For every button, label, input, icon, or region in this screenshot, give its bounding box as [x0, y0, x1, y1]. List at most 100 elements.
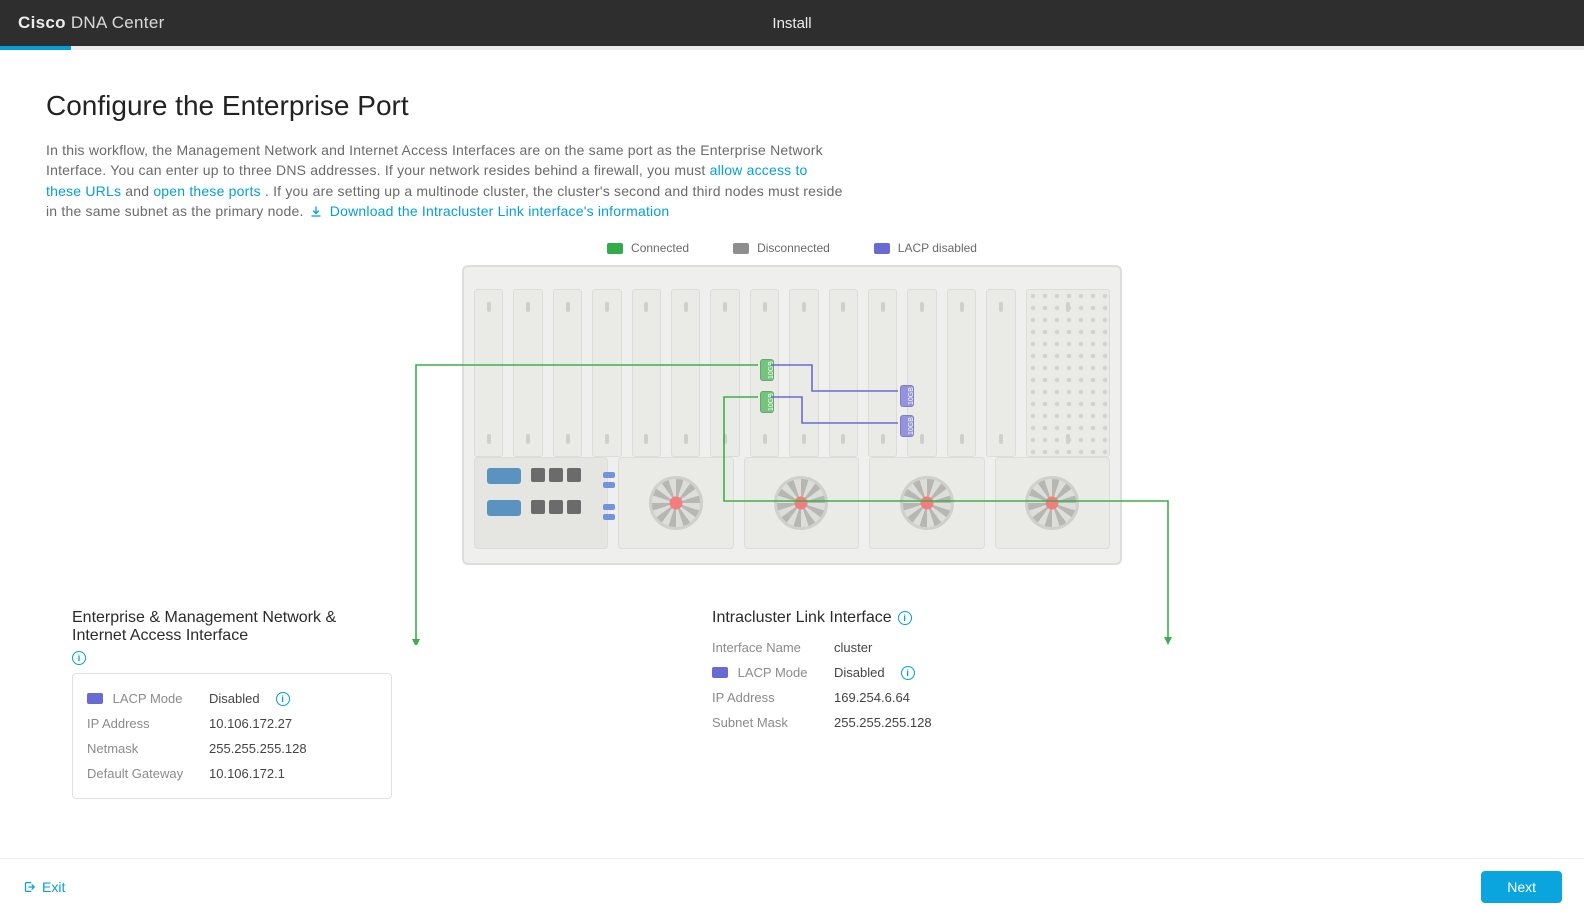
swatch-disconnected-icon: [733, 243, 749, 254]
legend-connected: Connected: [607, 241, 689, 255]
link-download-intracluster-info[interactable]: Download the Intracluster Link interface…: [330, 203, 670, 219]
row-lacp-mode: LACP Mode Disabled i: [712, 660, 1032, 685]
fan-icon: [900, 476, 954, 530]
io-block: [474, 457, 608, 549]
pcie-slot: [553, 289, 582, 457]
info-icon[interactable]: i: [276, 692, 290, 706]
interface-cards: Enterprise & Management Network & Intern…: [46, 609, 1538, 799]
pcie-slot: [671, 289, 700, 457]
intro-text-and: and: [125, 183, 153, 199]
label-default-gateway: Default Gateway: [87, 766, 199, 781]
next-button[interactable]: Next: [1481, 871, 1562, 903]
lacp-chip-icon: [712, 667, 728, 678]
psu-bay: [995, 457, 1110, 549]
rj45-port-icon: [567, 468, 581, 482]
exit-icon: [22, 880, 36, 894]
swatch-connected-icon: [607, 243, 623, 254]
value-ip-address: 169.254.6.64: [834, 690, 910, 705]
intracluster-card-block: Intracluster Link Interface i Interface …: [712, 609, 1032, 735]
rj45-port-icon: [549, 468, 563, 482]
pcie-slot: [829, 289, 858, 457]
pcie-slot: [947, 289, 976, 457]
brand-bold: Cisco: [18, 13, 66, 32]
vent-panel: [1026, 289, 1110, 457]
row-interface-name: Interface Name cluster: [712, 635, 1032, 660]
row-default-gateway: Default Gateway 10.106.172.1: [87, 761, 377, 786]
appliance-chassis: 10GB 10GB 10GB 10GB: [462, 265, 1122, 565]
port-badge-enterprise-2: 10GB: [760, 391, 774, 413]
value-lacp-mode: Disabled: [209, 691, 260, 706]
label-netmask: Netmask: [87, 741, 199, 756]
rj45-row: [531, 468, 581, 482]
intro-text-1: In this workflow, the Management Network…: [46, 142, 823, 178]
pcie-slot: [513, 289, 542, 457]
psu-bay: [744, 457, 859, 549]
legend-disconnected: Disconnected: [733, 241, 830, 255]
value-netmask: 255.255.255.128: [209, 741, 307, 756]
legend-lacp-disabled: LACP disabled: [874, 241, 977, 255]
chassis-bottom-bar: [474, 457, 1110, 549]
header-center-title: Install: [772, 15, 811, 32]
row-lacp-mode: LACP Mode Disabled i: [87, 686, 377, 711]
lacp-chip-icon: [87, 693, 103, 704]
value-default-gateway: 10.106.172.1: [209, 766, 285, 781]
rj45-port-icon: [567, 500, 581, 514]
brand: Cisco DNA Center: [18, 13, 165, 33]
value-lacp-mode: Disabled: [834, 665, 885, 680]
link-open-ports[interactable]: open these ports: [153, 183, 261, 199]
label-subnet-mask: Subnet Mask: [712, 715, 824, 730]
info-icon[interactable]: i: [898, 611, 912, 625]
fan-icon: [774, 476, 828, 530]
info-icon[interactable]: i: [901, 666, 915, 680]
exit-label: Exit: [42, 879, 65, 895]
value-ip-address: 10.106.172.27: [209, 716, 292, 731]
intracluster-card: Interface Name cluster LACP Mode Disable…: [712, 635, 1032, 735]
row-ip-address: IP Address 10.106.172.27: [87, 711, 377, 736]
label-ip-address: IP Address: [712, 690, 824, 705]
download-icon: [310, 203, 322, 223]
label-lacp-mode: LACP Mode: [712, 665, 824, 680]
wizard-footer: Exit Next: [0, 858, 1584, 914]
enterprise-card-title: Enterprise & Management Network & Intern…: [72, 609, 392, 665]
port-badge-enterprise-1: 10GB: [760, 359, 774, 381]
pcie-slot: [474, 289, 503, 457]
label-interface-name: Interface Name: [712, 640, 824, 655]
enterprise-card-title-text: Enterprise & Management Network & Intern…: [72, 609, 392, 645]
info-icon[interactable]: i: [72, 651, 86, 665]
legend-lacp-disabled-label: LACP disabled: [898, 241, 977, 255]
swatch-lacp-disabled-icon: [874, 243, 890, 254]
enterprise-card: LACP Mode Disabled i IP Address 10.106.1…: [72, 673, 392, 799]
fan-icon: [649, 476, 703, 530]
vga-port-icon: [487, 500, 521, 516]
pcie-slot: [868, 289, 897, 457]
psu-bay: [869, 457, 984, 549]
intro-paragraph: In this workflow, the Management Network…: [46, 140, 846, 223]
rj45-port-icon: [531, 468, 545, 482]
rj45-row: [531, 500, 581, 514]
page-title: Configure the Enterprise Port: [46, 90, 1538, 122]
value-interface-name: cluster: [834, 640, 872, 655]
psu-bay: [618, 457, 733, 549]
legend-disconnected-label: Disconnected: [757, 241, 830, 255]
rj45-port-icon: [549, 500, 563, 514]
intracluster-card-title: Intracluster Link Interface i: [712, 609, 1032, 627]
pcie-slot: [710, 289, 739, 457]
value-subnet-mask: 255.255.255.128: [834, 715, 932, 730]
vga-port-icon: [487, 468, 521, 484]
status-legend: Connected Disconnected LACP disabled: [402, 241, 1182, 255]
enterprise-card-block: Enterprise & Management Network & Intern…: [72, 609, 392, 799]
intracluster-card-title-text: Intracluster Link Interface: [712, 609, 892, 627]
port-badge-intracluster-1: 10GB: [900, 385, 914, 407]
pcie-slot: [632, 289, 661, 457]
row-ip-address: IP Address 169.254.6.64: [712, 685, 1032, 710]
pcie-slot: [592, 289, 621, 457]
appliance-stage: 10GB 10GB 10GB 10GB: [382, 265, 1202, 565]
main-content: Configure the Enterprise Port In this wo…: [0, 50, 1584, 858]
row-netmask: Netmask 255.255.255.128: [87, 736, 377, 761]
legend-connected-label: Connected: [631, 241, 689, 255]
exit-button[interactable]: Exit: [22, 879, 65, 895]
rj45-port-icon: [531, 500, 545, 514]
label-lacp-mode: LACP Mode: [87, 691, 199, 706]
fan-icon: [1025, 476, 1079, 530]
label-ip-address: IP Address: [87, 716, 199, 731]
